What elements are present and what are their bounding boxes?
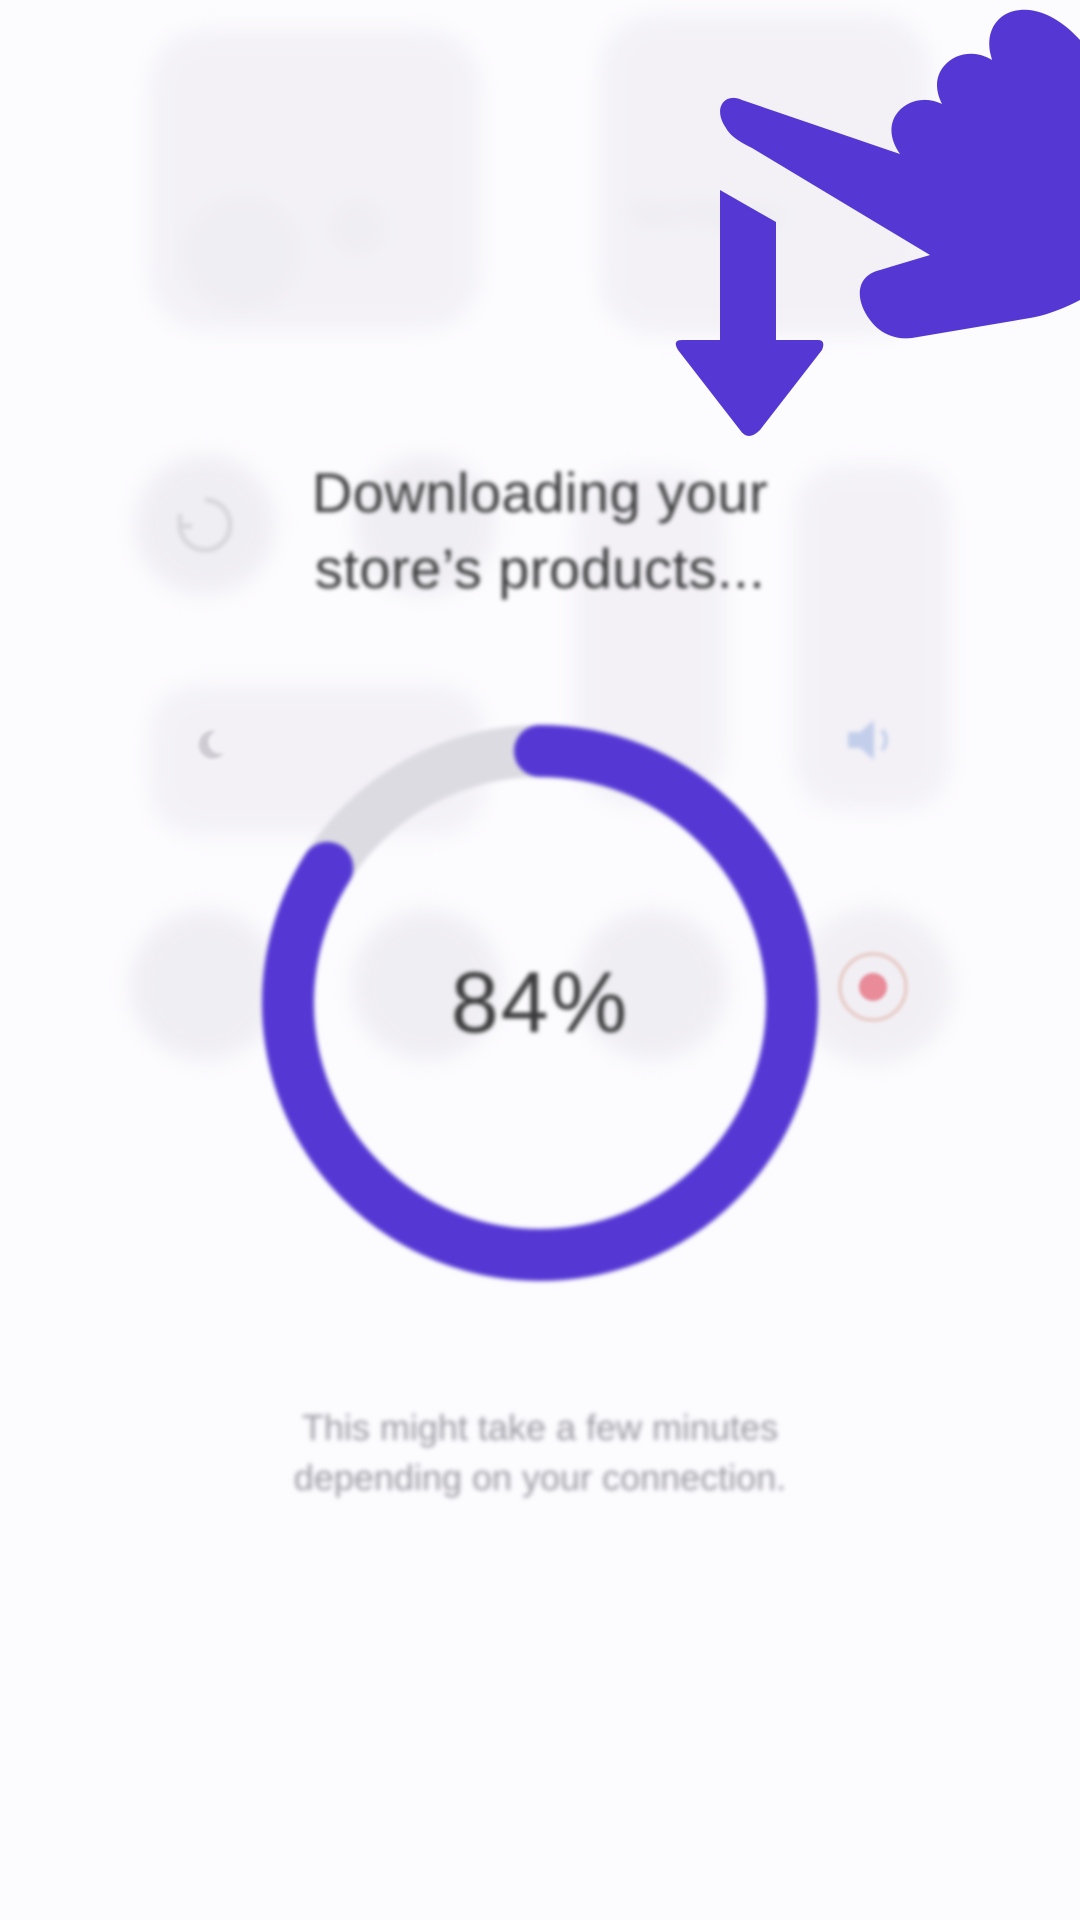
progress-percent: 84%	[450, 954, 630, 1051]
airplane-toggle	[185, 195, 300, 310]
loading-subtitle-line-1: This might take a few minutes	[301, 1407, 779, 1448]
bluetooth-toggle	[330, 200, 385, 255]
moon-icon	[198, 730, 224, 759]
screen-record-icon	[838, 952, 908, 1022]
speaker-icon	[848, 720, 888, 760]
now-playing-label: Not Playing	[635, 198, 779, 228]
loading-subtitle: This might take a few minutes depending …	[180, 1403, 900, 1503]
loading-title-line-2: store’s products...	[314, 537, 766, 600]
loading-title-line-1: Downloading your	[311, 461, 769, 524]
now-playing-tile	[600, 15, 930, 335]
loading-subtitle-line-2: depending on your connection.	[293, 1457, 787, 1498]
download-progress-screen: Not Playing Downloading your store’s pro…	[0, 0, 1080, 1920]
loading-title: Downloading your store’s products...	[180, 455, 900, 607]
download-progress-ring: 84%	[255, 718, 825, 1288]
